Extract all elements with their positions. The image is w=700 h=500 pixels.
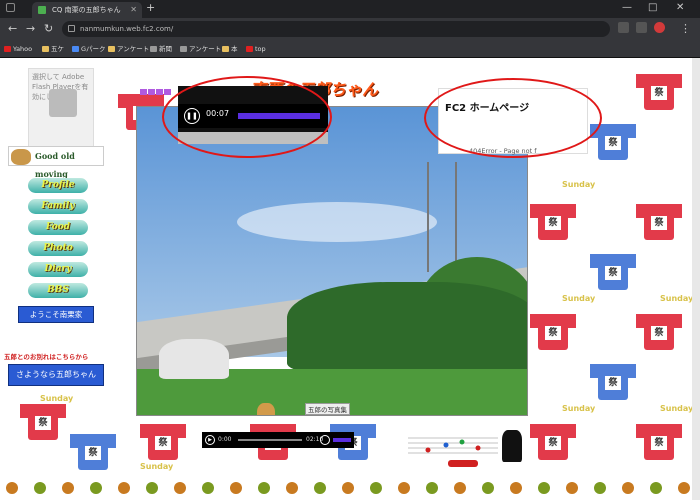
bookmark-item[interactable]: Yahoo (4, 43, 32, 55)
kimono-pattern-icon: 祭 (20, 398, 66, 442)
kimono-pattern-icon: 祭 (530, 308, 576, 352)
plugin-icon (49, 89, 77, 117)
url-text: nanmumkun.web.fc2.com/ (80, 25, 174, 33)
good-old-moving-link[interactable]: Good old moving (8, 146, 104, 179)
kimono-pattern-icon: 祭 (636, 308, 682, 352)
dog-figure (257, 403, 275, 415)
menu-bbs[interactable]: BBS (28, 283, 88, 298)
kimono-pattern-icon: 祭 (590, 248, 636, 292)
background-text: Sunday (562, 294, 596, 303)
dog-icon (11, 149, 31, 165)
tab-bar: CQ 南栗の五郎ちゃん ✕ + — □ ✕ (0, 0, 700, 18)
audio-player-bottom: ▶ 0:00 02:10 (202, 432, 354, 448)
goodbye-button[interactable]: さようなら五郎ちゃん (8, 364, 104, 386)
web-page: 祭 祭 祭 祭 祭 祭 祭 祭 祭 祭 祭 祭 祭 祭 祭 祭 Sunday S… (0, 58, 700, 500)
folder-icon (108, 46, 115, 52)
background-text: Sunday (562, 180, 596, 189)
background-text: Sunday (660, 404, 694, 413)
menu-icon[interactable]: ⋮ (680, 22, 691, 35)
folder-icon (222, 46, 229, 52)
cat-icon (502, 430, 522, 462)
page-scrollbar[interactable] (692, 58, 700, 500)
kimono-pattern-icon: 祭 (636, 68, 682, 112)
star-icon (180, 46, 187, 52)
page-icon (246, 46, 253, 52)
bookmark-item[interactable]: Gパーク (72, 43, 106, 55)
maximize-button[interactable]: □ (648, 2, 657, 13)
address-bar[interactable]: nanmumkun.web.fc2.com/ (62, 21, 610, 37)
new-tab-button[interactable]: + (146, 1, 155, 14)
background-text: Sunday (140, 462, 174, 471)
play-button[interactable]: ▶ (205, 435, 215, 445)
close-tab-icon[interactable]: ✕ (130, 2, 137, 18)
favicon-icon (38, 6, 46, 14)
kimono-pattern-icon: 祭 (590, 358, 636, 402)
profile-avatar[interactable] (654, 22, 665, 33)
music-label (448, 460, 478, 467)
folder-icon (42, 46, 49, 52)
farewell-note: 五郎とのお別れはこちらから (4, 353, 89, 361)
photo-caption[interactable]: 五郎の写真集 (305, 403, 350, 415)
menu-profile[interactable]: Profile (28, 178, 88, 193)
bookmarks-bar: Yahoo 五ケ Gパーク アンケート 新聞 アンケート 本 top (0, 40, 700, 58)
tab-title: CQ 南栗の五郎ちゃん (52, 6, 121, 14)
menu-photo[interactable]: Photo (28, 241, 88, 256)
background-text: Sunday (562, 404, 596, 413)
volume-icon[interactable] (320, 435, 330, 445)
menu-family[interactable]: Family (28, 199, 88, 214)
star-icon (150, 46, 157, 52)
menu-diary[interactable]: Diary (28, 262, 88, 277)
small-icons (140, 80, 174, 95)
kimono-pattern-icon: 祭 (70, 428, 116, 472)
tab-active[interactable]: CQ 南栗の五郎ちゃん ✕ (32, 2, 142, 18)
highlight-annotation (424, 78, 602, 158)
audio-seek-bar[interactable] (238, 439, 302, 441)
bookmark-item[interactable]: アンケート (180, 43, 221, 55)
yahoo-icon (4, 46, 11, 52)
extension-icon[interactable] (618, 22, 629, 33)
extension-icon[interactable] (636, 22, 647, 33)
forward-button[interactable]: → (26, 22, 35, 35)
browser-chrome: CQ 南栗の五郎ちゃん ✕ + — □ ✕ ← → ↻ nanmumkun.we… (0, 0, 700, 58)
highlight-annotation (162, 76, 332, 158)
address-row: ← → ↻ nanmumkun.web.fc2.com/ ⋮ (0, 18, 700, 40)
bookmark-item[interactable]: 本 (222, 43, 238, 55)
music-notes-icon (408, 437, 498, 454)
kimono-pattern-icon: 祭 (530, 418, 576, 462)
close-window-button[interactable]: ✕ (676, 2, 684, 13)
background-text: Sunday (40, 394, 74, 403)
google-icon (72, 46, 79, 52)
kimono-pattern-icon: 祭 (140, 418, 186, 462)
background-text: Sunday (660, 294, 694, 303)
volume-slider[interactable] (333, 438, 351, 442)
back-button[interactable]: ← (8, 22, 17, 35)
bookmark-item[interactable]: top (246, 43, 266, 55)
kimono-pattern-icon: 祭 (530, 198, 576, 242)
reload-button[interactable]: ↻ (44, 22, 53, 35)
kimono-pattern-icon: 祭 (636, 418, 682, 462)
audio-current-time: 0:00 (218, 436, 232, 443)
kimono-pattern-icon: 祭 (636, 198, 682, 242)
welcome-button[interactable]: ようこそ南栗家 (18, 306, 94, 323)
bookmark-item[interactable]: アンケート (108, 43, 149, 55)
bookmark-item[interactable]: 五ケ (42, 43, 64, 55)
flash-placeholder[interactable]: 選択して Adobe Flash Playerを有効にします (28, 68, 94, 148)
tab-actions-icon[interactable] (6, 3, 15, 12)
page-info-icon[interactable] (68, 25, 75, 32)
menu-food[interactable]: Food (28, 220, 88, 235)
minimize-button[interactable]: — (622, 2, 632, 13)
bookmark-item[interactable]: 新聞 (150, 43, 172, 55)
footer-decoration (0, 478, 700, 500)
